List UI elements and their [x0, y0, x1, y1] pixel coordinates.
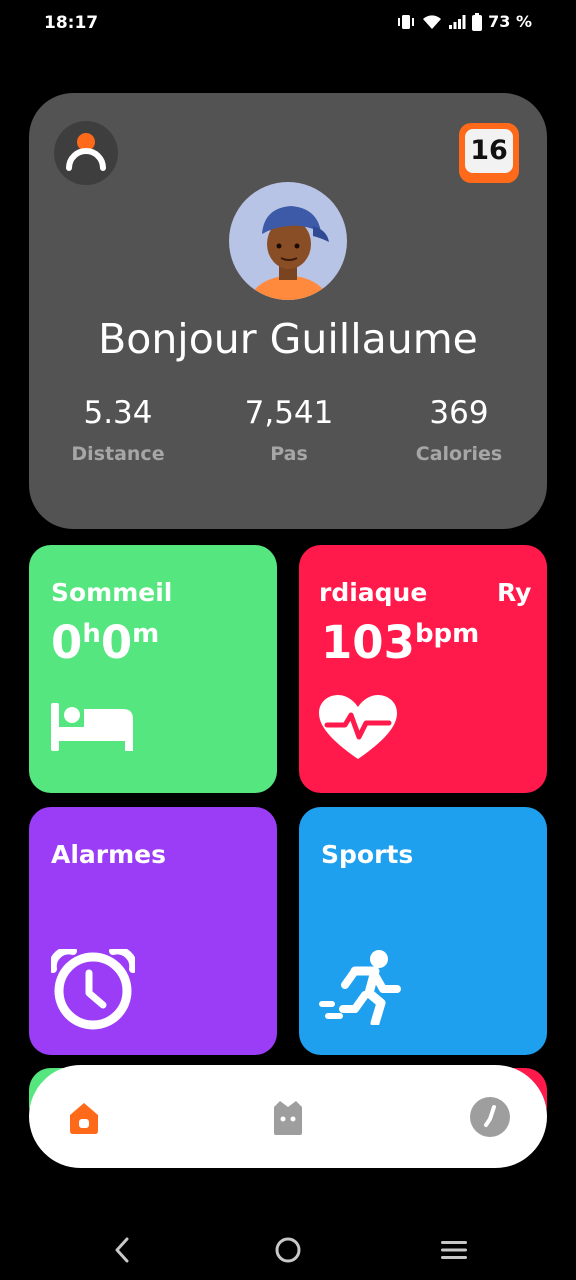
- stat-label: Calories: [415, 443, 503, 465]
- alarm-clock-icon: [48, 946, 138, 1035]
- alarms-tile[interactable]: Alarmes: [29, 807, 277, 1055]
- signal-icon: [448, 14, 466, 30]
- sleep-hours: 0: [51, 616, 83, 669]
- nav-home[interactable]: [61, 1095, 107, 1139]
- heart-rate-icon: [319, 695, 397, 765]
- sleep-hours-unit: h: [82, 619, 101, 649]
- nav-history[interactable]: [467, 1095, 513, 1139]
- heart-rate-unit: bpm: [414, 619, 480, 649]
- sports-tile[interactable]: Sports: [299, 807, 547, 1055]
- stat-label: Pas: [270, 443, 308, 465]
- battery-percent: 73 %: [488, 12, 532, 31]
- bottom-nav: [29, 1065, 547, 1168]
- battery-icon: [472, 12, 483, 31]
- bed-icon: [51, 703, 135, 755]
- sleep-minutes-unit: m: [132, 619, 160, 649]
- user-icon: [66, 133, 106, 171]
- avatar: [229, 182, 347, 300]
- status-bar: 18:17 73 %: [0, 0, 576, 50]
- vibrate-icon: [396, 14, 416, 30]
- system-home-button[interactable]: [268, 1232, 308, 1268]
- heart-rate-number: 103: [321, 616, 415, 669]
- sleep-duration: 0h0m: [51, 616, 159, 669]
- status-time: 18:17: [44, 13, 99, 33]
- tile-title: Sports: [321, 840, 414, 869]
- recents-icon: [441, 1241, 467, 1259]
- nav-watch-faces[interactable]: [265, 1095, 311, 1139]
- home-icon: [70, 1103, 98, 1134]
- calendar-day: 16: [465, 129, 513, 173]
- stat-calories: 369 Calories: [389, 395, 529, 465]
- stat-value: 369: [429, 395, 489, 431]
- stat-value: 7,541: [244, 395, 334, 431]
- stat-value: 5.34: [83, 395, 153, 431]
- heart-rate-value: 103bpm: [321, 616, 479, 669]
- tile-title: Sommeil: [51, 578, 173, 607]
- greeting: Bonjour Guillaume: [98, 315, 478, 363]
- system-back-button[interactable]: [102, 1232, 142, 1268]
- heart-rate-tile[interactable]: rdiaque Ry 103bpm: [299, 545, 547, 793]
- status-icons: 73 %: [396, 12, 532, 31]
- stat-distance: 5.34 Distance: [48, 395, 188, 465]
- system-recents-button[interactable]: [434, 1232, 474, 1268]
- running-icon: [319, 949, 401, 1029]
- tile-title-next: Ry: [497, 578, 532, 607]
- sleep-minutes: 0: [100, 616, 133, 669]
- tile-title: rdiaque: [319, 578, 428, 607]
- sleep-tile[interactable]: Sommeil 0h0m: [29, 545, 277, 793]
- history-clock-icon: [470, 1097, 510, 1137]
- tile-title: Alarmes: [51, 840, 167, 869]
- calendar-button[interactable]: 16: [459, 123, 519, 183]
- watch-face-icon: [274, 1101, 302, 1135]
- stat-steps: 7,541 Pas: [219, 395, 359, 465]
- home-circle-icon: [275, 1237, 301, 1263]
- profile-card: 16 Bonjour Guillaume 5.34 Distance 7,541…: [29, 93, 547, 529]
- wifi-icon: [422, 14, 442, 30]
- profile-button[interactable]: [54, 121, 118, 185]
- back-icon: [115, 1237, 129, 1263]
- stat-label: Distance: [71, 443, 165, 465]
